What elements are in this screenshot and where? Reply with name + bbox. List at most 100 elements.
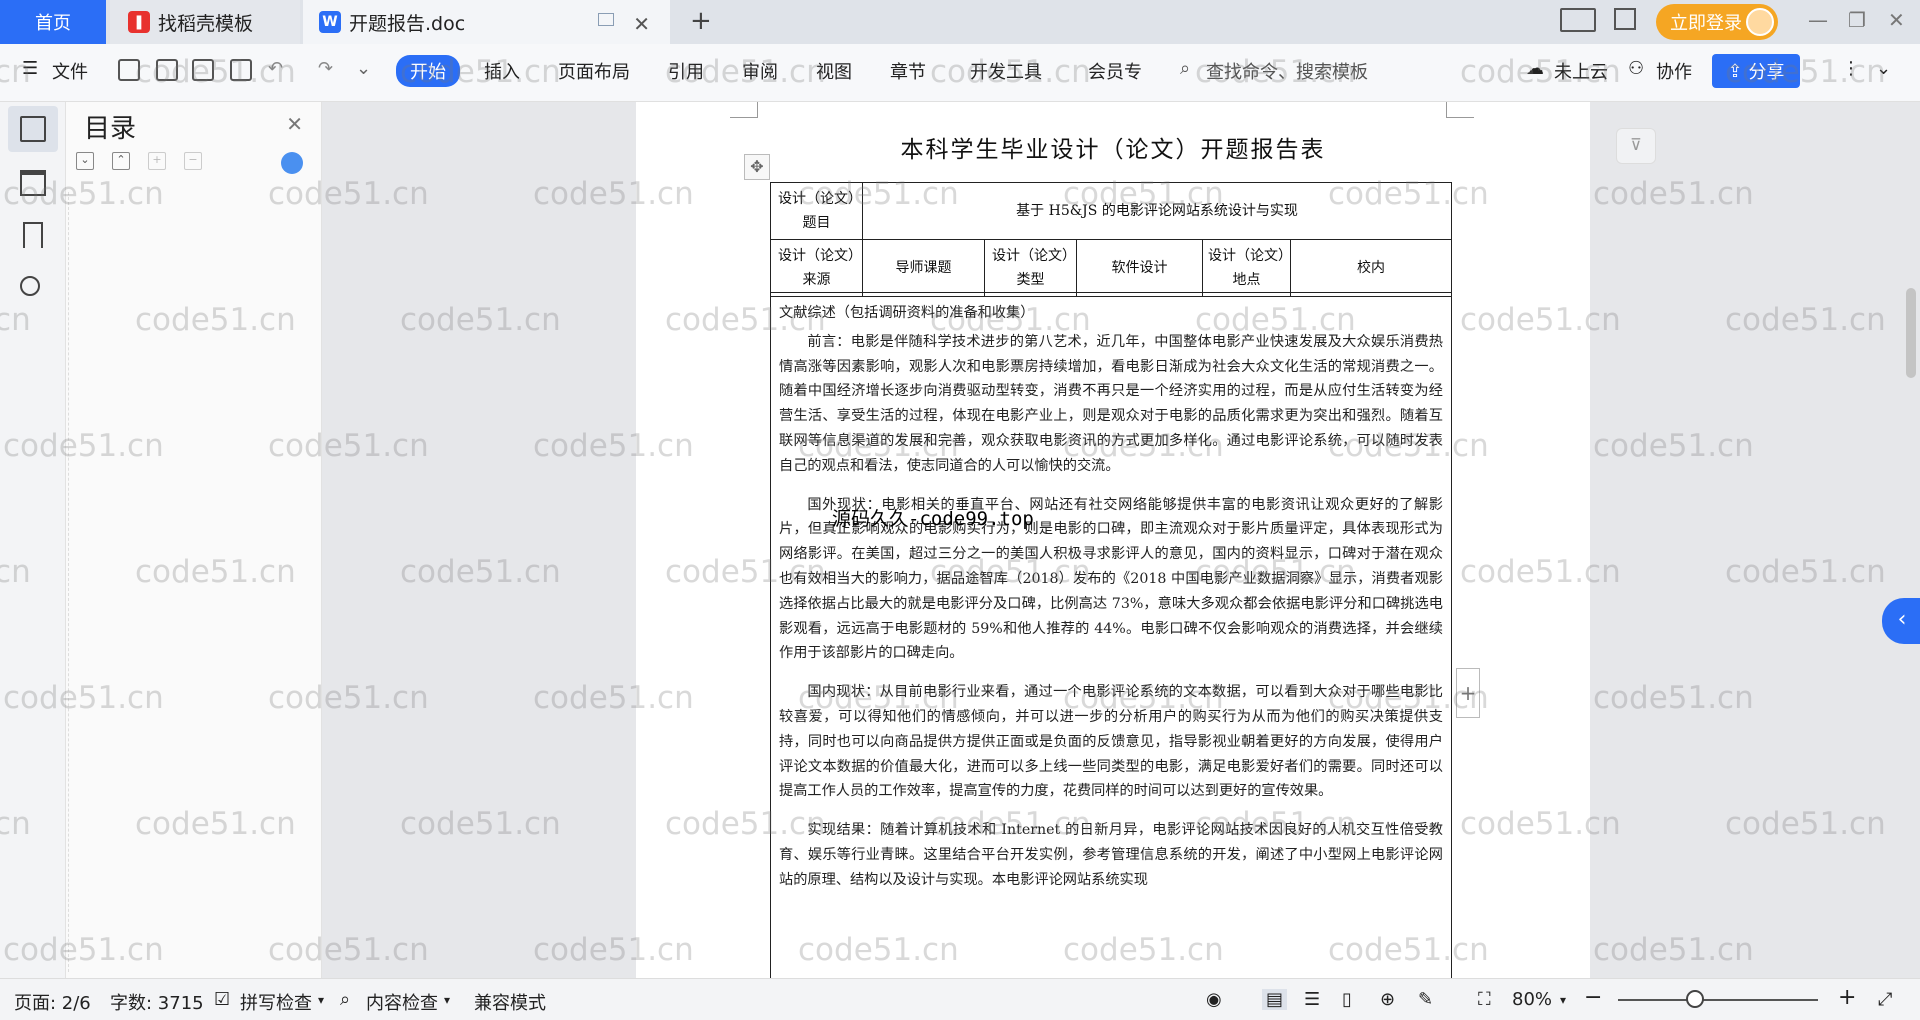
close-window-icon[interactable]: ✕ <box>1888 8 1905 32</box>
minimize-icon[interactable]: — <box>1808 8 1828 32</box>
zoom-level[interactable]: 80% <box>1512 989 1552 1010</box>
close-tab-icon[interactable]: ✕ <box>633 12 650 36</box>
chevron-down-icon[interactable]: ⌄ <box>356 58 371 79</box>
search-icon[interactable] <box>20 276 40 296</box>
table-cell-label: 设计（论文）类型 <box>984 239 1077 297</box>
table-cell-value: 软件设计 <box>1076 239 1203 297</box>
zoom-slider[interactable] <box>1618 999 1818 1001</box>
bookmark-icon[interactable] <box>23 222 43 248</box>
table-row: 设计（论文）题目 基于 H5&JS 的电影评论网站系统设计与实现 <box>770 182 1452 240</box>
word-doc-icon: W <box>319 11 341 33</box>
paragraph-domestic: 国内现状：从目前电影行业来看，通过一个电影评论系统的文本数据，可以看到大众对于哪… <box>779 684 1443 800</box>
word-count[interactable]: 字数: 3715 <box>110 989 204 1015</box>
collab-icon: ⚇ <box>1628 58 1645 79</box>
restore-icon[interactable]: ❐ <box>1848 8 1866 32</box>
fit-page-icon[interactable]: ⛶ <box>1478 989 1491 1010</box>
page-view-icon[interactable]: ▤ <box>1262 989 1288 1010</box>
expand-icon[interactable]: ⌄ <box>76 152 94 170</box>
overlay-source-text: 源码久久-code99.top <box>832 508 1034 530</box>
export-icon[interactable] <box>156 59 178 81</box>
layout-icon[interactable] <box>1560 8 1596 32</box>
zoom-in-icon[interactable]: + <box>1838 985 1856 1010</box>
table-cell-label: 设计（论文）来源 <box>770 239 863 297</box>
web-view-icon[interactable]: ⊕ <box>1380 989 1395 1010</box>
spellcheck-button[interactable]: 拼写检查 <box>240 989 312 1015</box>
document-page[interactable]: 本科学生毕业设计（论文）开题报告表 ✥ 设计（论文）题目 基于 H5&JS 的电… <box>636 102 1590 978</box>
table-cell-value: 基于 H5&JS 的电影评论网站系统设计与实现 <box>862 182 1452 240</box>
page-corner-mark <box>730 102 758 118</box>
toc-icon[interactable] <box>20 116 46 142</box>
eye-protect-icon[interactable]: ◉ <box>1206 989 1222 1010</box>
tab-document[interactable]: W 开题报告.doc ✕ <box>303 0 670 44</box>
tab-home[interactable]: 首页 <box>0 0 106 44</box>
window-icon[interactable] <box>598 13 614 26</box>
redo-icon[interactable]: ↷ <box>318 58 333 79</box>
file-menu[interactable]: 文件 <box>52 58 88 84</box>
tab-layout[interactable]: 页面布局 <box>558 58 630 84</box>
save-icon[interactable] <box>118 59 140 81</box>
outline-view-icon[interactable]: ☰ <box>1304 989 1320 1010</box>
share-label: 分享 <box>1748 62 1785 83</box>
table-cell-label: 设计（论文）地点 <box>1202 239 1291 297</box>
toc-list <box>68 192 318 972</box>
tab-view[interactable]: 视图 <box>816 58 852 84</box>
compat-mode-label: 兼容模式 <box>474 993 546 1014</box>
vertical-scrollbar[interactable] <box>1902 102 1920 978</box>
login-label: 立即登录 <box>1670 13 1742 34</box>
table-cell-value: 导师课题 <box>862 239 985 297</box>
tab-template[interactable]: ❚ 找稻壳模板 <box>110 0 300 44</box>
pen-icon[interactable]: ✎ <box>1418 989 1433 1010</box>
more-icon[interactable]: ⋮ <box>1842 58 1860 79</box>
close-icon[interactable]: ✕ <box>286 112 303 136</box>
tab-start[interactable]: 开始 <box>396 55 460 87</box>
undo-icon[interactable]: ↶ <box>268 58 283 79</box>
collab-button[interactable]: 协作 <box>1656 58 1692 84</box>
content-check-button[interactable]: 内容检查 <box>366 989 438 1015</box>
search-icon: ⌕ <box>1180 58 1191 79</box>
chevron-down-icon[interactable]: ▾ <box>444 993 450 1007</box>
document-canvas: 本科学生毕业设计（论文）开题报告表 ✥ 设计（论文）题目 基于 H5&JS 的电… <box>322 102 1920 978</box>
remove-icon[interactable]: − <box>184 152 202 170</box>
chevron-down-icon[interactable]: ▾ <box>1560 993 1566 1007</box>
add-icon[interactable]: + <box>148 152 166 170</box>
new-tab-button[interactable]: + <box>690 6 712 36</box>
login-button[interactable]: 立即登录 <box>1656 4 1778 40</box>
toc-title: 目录 <box>84 114 137 144</box>
print-icon[interactable] <box>192 59 214 81</box>
add-row-icon[interactable]: + <box>1456 668 1480 718</box>
content-check-icon: ⌕ <box>340 989 351 1010</box>
tab-dev[interactable]: 开发工具 <box>970 58 1042 84</box>
tab-member[interactable]: 会员专 <box>1088 58 1142 84</box>
fullscreen-icon[interactable]: ⤢ <box>1878 989 1892 1010</box>
zoom-out-icon[interactable]: − <box>1584 985 1602 1010</box>
read-view-icon[interactable]: ▯ <box>1342 989 1352 1010</box>
cloud-status[interactable]: 未上云 <box>1554 58 1608 84</box>
share-button[interactable]: ⇪ 分享 <box>1712 54 1800 88</box>
chevron-down-icon[interactable]: ⌄ <box>1876 58 1891 79</box>
tab-chapter[interactable]: 章节 <box>890 58 926 84</box>
spellcheck-icon: ☑ <box>214 989 231 1010</box>
ai-assistant-icon[interactable] <box>281 152 303 174</box>
tab-insert[interactable]: 插入 <box>484 58 520 84</box>
literature-review-cell[interactable]: 文献综述（包括调研资料的准备和收集） 前言：电影是伴随科学技术进步的第八艺术，近… <box>770 292 1452 978</box>
ribbon: ☰ 文件 ↶ ↷ ⌄ 开始 插入 页面布局 引用 审阅 视图 章节 开发工具 会… <box>0 44 1920 102</box>
command-search-input[interactable]: 查找命令、搜索模板 <box>1206 58 1368 84</box>
filter-icon[interactable]: ⊽ <box>1616 128 1656 164</box>
tab-bar: 首页 ❚ 找稻壳模板 W 开题报告.doc ✕ + 立即登录 — ❐ ✕ <box>0 0 1920 44</box>
tab-template-label: 找稻壳模板 <box>158 12 254 35</box>
scrollbar-thumb[interactable] <box>1906 288 1916 378</box>
page-indicator[interactable]: 页面: 2/6 <box>14 989 91 1015</box>
table-move-handle-icon[interactable]: ✥ <box>744 154 770 180</box>
menu-icon[interactable]: ☰ <box>22 58 38 79</box>
grid-apps-icon[interactable] <box>1614 8 1636 30</box>
chevron-down-icon[interactable]: ▾ <box>318 993 324 1007</box>
report-table[interactable]: 设计（论文）题目 基于 H5&JS 的电影评论网站系统设计与实现 设计（论文）来… <box>770 182 1452 297</box>
navigation-icon[interactable] <box>20 170 46 196</box>
paragraph-result: 实现结果：随着计算机技术和 Internet 的日新月异，电影评论网站技术因良好… <box>779 822 1443 888</box>
print-preview-icon[interactable] <box>230 59 252 81</box>
section-heading: 文献综述（包括调研资料的准备和收集） <box>779 305 1035 321</box>
tab-reference[interactable]: 引用 <box>668 58 704 84</box>
collapse-icon[interactable]: ⌃ <box>112 152 130 170</box>
tab-review[interactable]: 审阅 <box>742 58 778 84</box>
zoom-slider-handle[interactable] <box>1686 990 1704 1008</box>
